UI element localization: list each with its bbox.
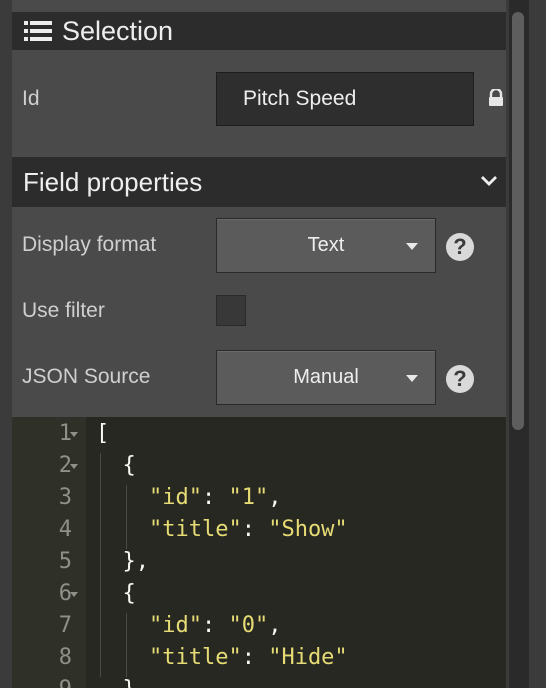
json-key: "title" bbox=[148, 645, 242, 670]
code-line: } bbox=[96, 677, 135, 688]
json-value: "1" bbox=[228, 485, 269, 510]
id-label: Id bbox=[22, 87, 40, 110]
json-code-editor[interactable]: 1 2 3 4 5 6 7 8 9 [ { "id": "1", "title"… bbox=[12, 417, 506, 688]
id-field[interactable]: Pitch Speed bbox=[216, 72, 474, 126]
field-properties-header[interactable]: Field properties bbox=[12, 157, 506, 207]
json-key: "id" bbox=[148, 485, 202, 510]
caret-down-icon bbox=[406, 243, 418, 250]
json-key: "id" bbox=[148, 613, 202, 638]
caret-down-icon bbox=[406, 375, 418, 382]
line-number: 9 bbox=[12, 677, 72, 688]
use-filter-checkbox[interactable] bbox=[216, 295, 246, 326]
fold-arrow-icon[interactable] bbox=[70, 592, 78, 597]
list-icon bbox=[24, 20, 52, 42]
line-number: 1 bbox=[58, 421, 72, 446]
field-properties-title: Field properties bbox=[23, 166, 203, 197]
code-line: [ bbox=[96, 421, 110, 446]
display-format-label: Display format bbox=[22, 233, 157, 256]
chevron-down-icon[interactable] bbox=[480, 173, 498, 187]
selection-header: Selection bbox=[12, 12, 506, 50]
code-line: "id": "1", bbox=[148, 485, 282, 510]
json-key: "title" bbox=[148, 517, 242, 542]
json-value: "Hide" bbox=[268, 645, 348, 670]
selection-title: Selection bbox=[62, 15, 174, 46]
help-icon[interactable]: ? bbox=[446, 233, 474, 261]
code-line: { bbox=[96, 581, 136, 606]
panel-edge bbox=[529, 0, 546, 688]
code-line: }, bbox=[96, 549, 149, 574]
help-icon[interactable]: ? bbox=[446, 365, 474, 393]
fold-arrow-icon[interactable] bbox=[70, 464, 78, 469]
line-number: 2 bbox=[58, 453, 72, 478]
line-number: 3 bbox=[58, 485, 72, 510]
code-punct: , bbox=[268, 485, 282, 510]
line-number: 8 bbox=[58, 645, 72, 670]
lock-icon bbox=[488, 87, 504, 107]
json-value: "Show" bbox=[268, 517, 348, 542]
json-source-select[interactable]: Manual bbox=[216, 350, 436, 405]
display-format-value: Text bbox=[307, 234, 345, 256]
json-source-label: JSON Source bbox=[22, 365, 151, 388]
code-line: "title": "Hide" bbox=[148, 645, 348, 670]
line-number: 5 bbox=[58, 549, 72, 574]
scrollbar-thumb[interactable] bbox=[512, 12, 524, 430]
code-line: "title": "Show" bbox=[148, 517, 348, 542]
fold-arrow-icon[interactable] bbox=[70, 432, 78, 437]
line-number: 6 bbox=[58, 581, 72, 606]
json-source-value: Manual bbox=[293, 366, 359, 388]
display-format-select[interactable]: Text bbox=[216, 218, 436, 273]
use-filter-label: Use filter bbox=[22, 299, 105, 322]
code-line: "id": "0", bbox=[148, 613, 282, 638]
code-punct: , bbox=[268, 613, 282, 638]
code-line: { bbox=[96, 453, 136, 478]
line-number: 7 bbox=[58, 613, 72, 638]
line-number: 4 bbox=[58, 517, 72, 542]
json-value: "0" bbox=[228, 613, 269, 638]
id-value: Pitch Speed bbox=[243, 87, 357, 110]
